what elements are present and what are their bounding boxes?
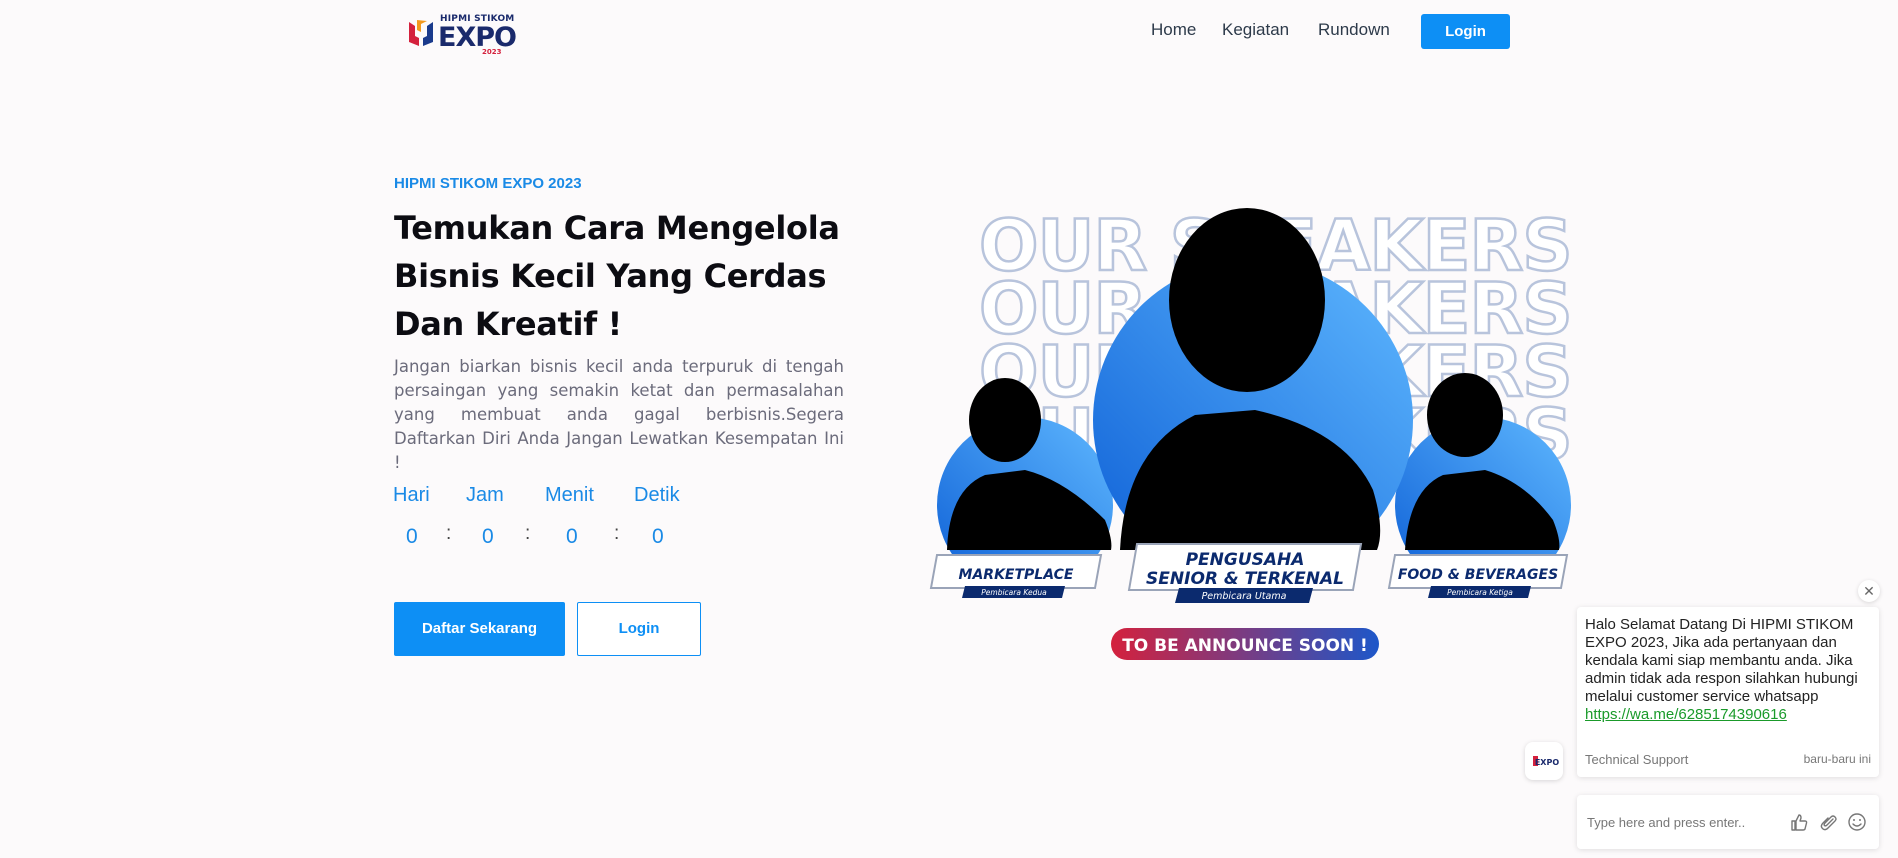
logo-mark-icon	[409, 20, 433, 46]
speaker-card-center: PENGUSAHA SENIOR & TERKENAL Pembicara Ut…	[1127, 543, 1363, 603]
chat-sender: Technical Support	[1585, 752, 1689, 767]
countdown-value-menit: 0	[566, 525, 578, 548]
countdown-label-jam: Jam	[466, 484, 504, 506]
chat-timestamp: baru-baru ini	[1803, 752, 1871, 766]
countdown-label-menit: Menit	[545, 484, 594, 506]
speaker-card-right: FOOD & BEVERAGES Pembicara Ketiga	[1387, 554, 1569, 598]
nav-rundown[interactable]: Rundown	[1318, 20, 1390, 40]
speakers-banner: OUR SPEAKERS OUR SPEAKERS OUR SPEAKERS O…	[929, 204, 1574, 660]
expo-avatar-icon: EXPO	[1533, 756, 1559, 767]
speaker-card-left: MARKETPLACE Pembicara Kedua	[929, 554, 1103, 598]
chat-avatar: EXPO	[1525, 742, 1563, 780]
speaker-card-subtitle: Pembicara Utama	[1202, 591, 1287, 602]
hero-login-button[interactable]: Login	[577, 602, 701, 656]
smiley-icon[interactable]	[1846, 811, 1868, 833]
hipmi-expo-logo[interactable]: HIPMI STIKOM EXPO 2023	[404, 10, 517, 56]
chat-whatsapp-link[interactable]: https://wa.me/6285174390616	[1585, 706, 1787, 723]
hero-description: Jangan biarkan bisnis kecil anda terpuru…	[394, 357, 844, 472]
countdown-separator: :	[446, 523, 452, 544]
thumbs-up-icon[interactable]	[1788, 811, 1810, 833]
chat-input-bar	[1577, 795, 1879, 849]
speaker-card-subtitle: Pembicara Ketiga	[1447, 588, 1513, 597]
hero-title: Temukan Cara Mengelola Bisnis Kecil Yang…	[394, 209, 840, 343]
daftar-sekarang-button[interactable]: Daftar Sekarang	[394, 602, 565, 656]
speaker-card-title: FOOD & BEVERAGES	[1398, 567, 1558, 583]
chat-input[interactable]	[1585, 809, 1779, 835]
chat-message-bubble: Halo Selamat Datang Di HIPMI STIKOM EXPO…	[1577, 607, 1879, 777]
nav-kegiatan[interactable]: Kegiatan	[1222, 20, 1289, 40]
speaker-card-title-line2: SENIOR & TERKENAL	[1146, 569, 1344, 589]
speaker-card-title: MARKETPLACE	[959, 567, 1074, 583]
countdown-value-detik: 0	[652, 525, 664, 548]
chat-close-button[interactable]: ✕	[1858, 580, 1880, 602]
countdown-value-hari: 0	[406, 525, 418, 548]
logo-main-text: EXPO	[438, 22, 517, 53]
chat-message-text: Halo Selamat Datang Di HIPMI STIKOM EXPO…	[1585, 616, 1858, 705]
chat-avatar-text: EXPO	[1535, 758, 1559, 767]
speaker-card-subtitle: Pembicara Kedua	[981, 588, 1047, 597]
countdown-label-detik: Detik	[634, 484, 680, 506]
countdown-separator: :	[525, 523, 531, 544]
site-header: HIPMI STIKOM EXPO 2023 Home Kegiatan Run…	[0, 0, 1898, 64]
paperclip-icon[interactable]	[1818, 811, 1840, 833]
header-login-button[interactable]: Login	[1421, 14, 1510, 49]
countdown-value-jam: 0	[482, 525, 494, 548]
speaker-card-title-line1: PENGUSAHA	[1186, 550, 1305, 570]
countdown-separator: :	[614, 523, 620, 544]
countdown-label-hari: Hari	[393, 484, 430, 506]
nav-home[interactable]: Home	[1151, 20, 1196, 40]
announce-text: TO BE ANNOUNCE SOON !	[1122, 636, 1368, 656]
logo-year-text: 2023	[482, 48, 502, 56]
chat-message: Halo Selamat Datang Di HIPMI STIKOM EXPO…	[1585, 616, 1875, 724]
hero-eyebrow: HIPMI STIKOM EXPO 2023	[394, 175, 582, 192]
